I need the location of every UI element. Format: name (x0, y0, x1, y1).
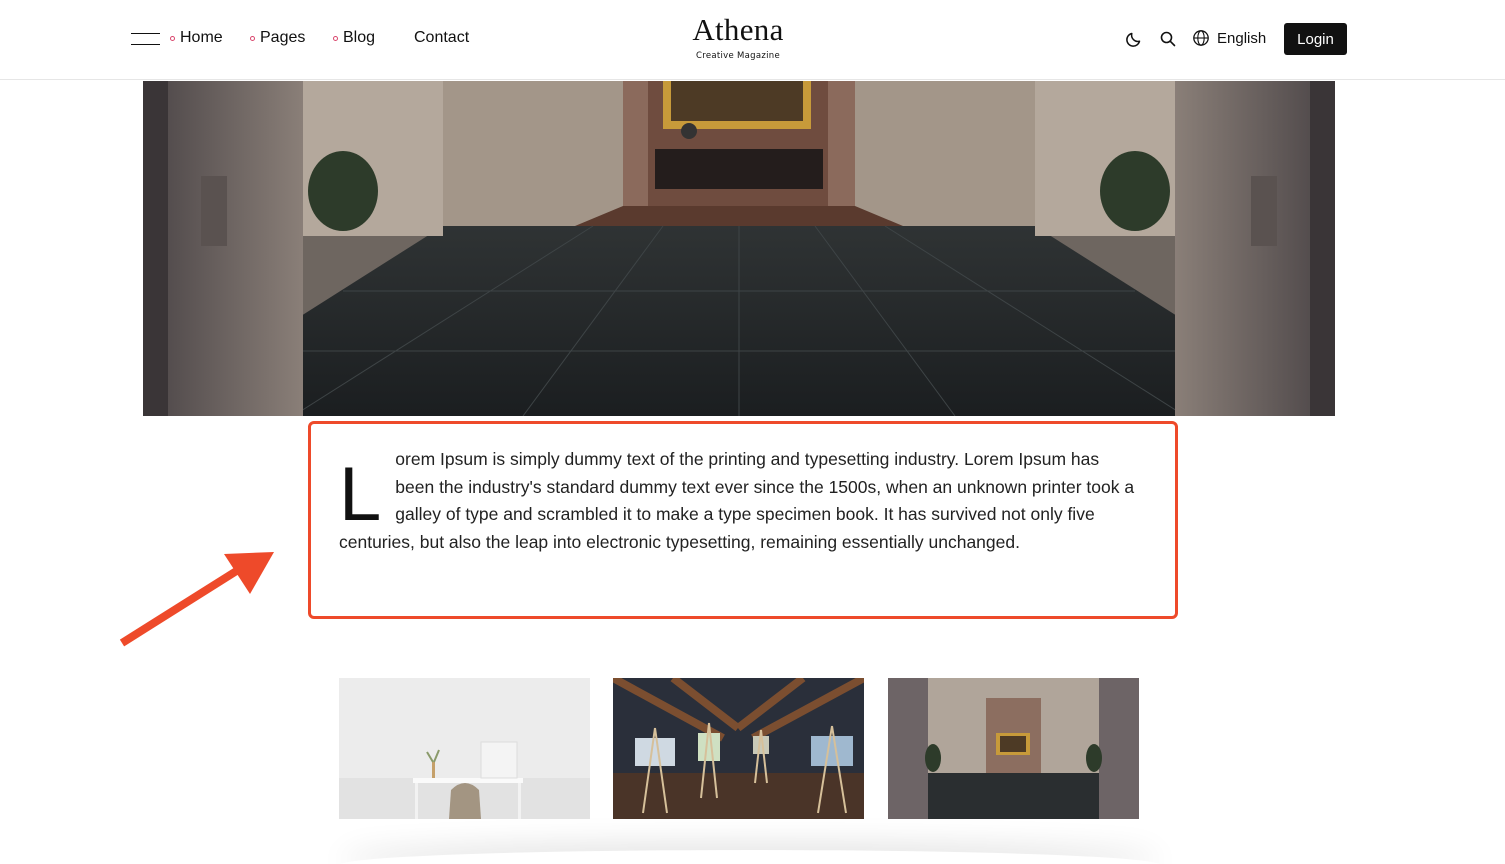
thumbnail-desk[interactable] (339, 678, 590, 819)
language-selector[interactable]: English (1192, 29, 1266, 47)
nav-pages-label: Pages (260, 29, 306, 46)
nav-contact-label: Contact (414, 29, 470, 46)
nav-blog-label: Blog (343, 29, 376, 46)
site-logo[interactable]: Athena Creative Magazine (640, 12, 836, 62)
nav-pages[interactable]: Pages (250, 29, 305, 47)
site-header: Home Pages Blog Contact Athena Creative … (0, 0, 1505, 80)
nav-dot-icon (250, 35, 255, 41)
article-paragraph: Lorem Ipsum is simply dummy text of the … (339, 446, 1139, 556)
hero-image (143, 81, 1335, 416)
nav-dot-icon (170, 35, 175, 41)
thumbnail-easels[interactable] (613, 678, 864, 819)
logo-tagline: Creative Magazine (695, 51, 781, 61)
nav-dot-icon (333, 35, 338, 41)
arrow-annotation-icon (119, 552, 274, 647)
logo-name: Athena (692, 12, 784, 47)
nav-home-label: Home (180, 29, 223, 46)
card-shadow (340, 850, 1160, 864)
moon-icon[interactable] (1125, 30, 1143, 48)
thumbnail-gallery[interactable] (888, 678, 1139, 819)
search-icon[interactable] (1159, 30, 1177, 48)
drop-cap: L (339, 452, 382, 537)
menu-icon[interactable] (131, 33, 160, 45)
nav-blog[interactable]: Blog (333, 29, 375, 47)
article-text: orem Ipsum is simply dummy text of the p… (339, 449, 1135, 552)
language-label: English (1217, 29, 1267, 47)
globe-icon (1193, 30, 1209, 46)
login-button[interactable]: Login (1284, 23, 1347, 55)
nav-home[interactable]: Home (170, 29, 223, 47)
nav-contact[interactable]: Contact (414, 29, 469, 47)
